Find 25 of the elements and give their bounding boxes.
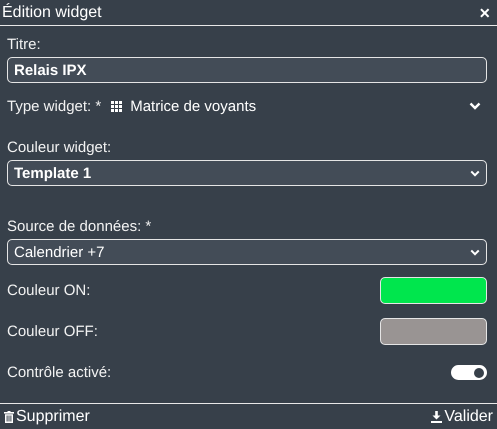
delete-button[interactable]: Supprimer (4, 408, 90, 426)
field-label: Couleur widget: (7, 139, 112, 156)
grid-icon (111, 100, 122, 112)
color-swatch[interactable] (380, 277, 487, 304)
dropdown-value: Matrice de voyants (130, 98, 256, 114)
color-swatch[interactable] (380, 318, 487, 345)
window-title: Édition widget (2, 4, 102, 22)
select-field[interactable]: Calendrier +7 (7, 239, 487, 265)
chevron-down-icon (470, 248, 480, 256)
download-icon (431, 410, 442, 422)
type-dropdown[interactable]: Matrice de voyants (111, 98, 487, 114)
field-label: Titre: (7, 36, 42, 53)
field-label: Type widget: * (7, 98, 102, 114)
submit-button[interactable]: Valider (431, 408, 493, 426)
field-label: Source de données: * (7, 218, 152, 235)
chevron-down-icon (469, 102, 481, 110)
field-label: Contrôle activé: (7, 364, 112, 381)
field-label: Couleur OFF: (7, 323, 98, 340)
trash-icon (4, 410, 14, 422)
close-button[interactable]: × (479, 4, 490, 22)
select-field[interactable]: Template 1 (7, 160, 487, 186)
toggle-switch[interactable] (451, 365, 487, 380)
input-field[interactable]: Relais IPX (7, 57, 487, 83)
field-label: Couleur ON: (7, 282, 90, 299)
chevron-down-icon (470, 170, 480, 176)
